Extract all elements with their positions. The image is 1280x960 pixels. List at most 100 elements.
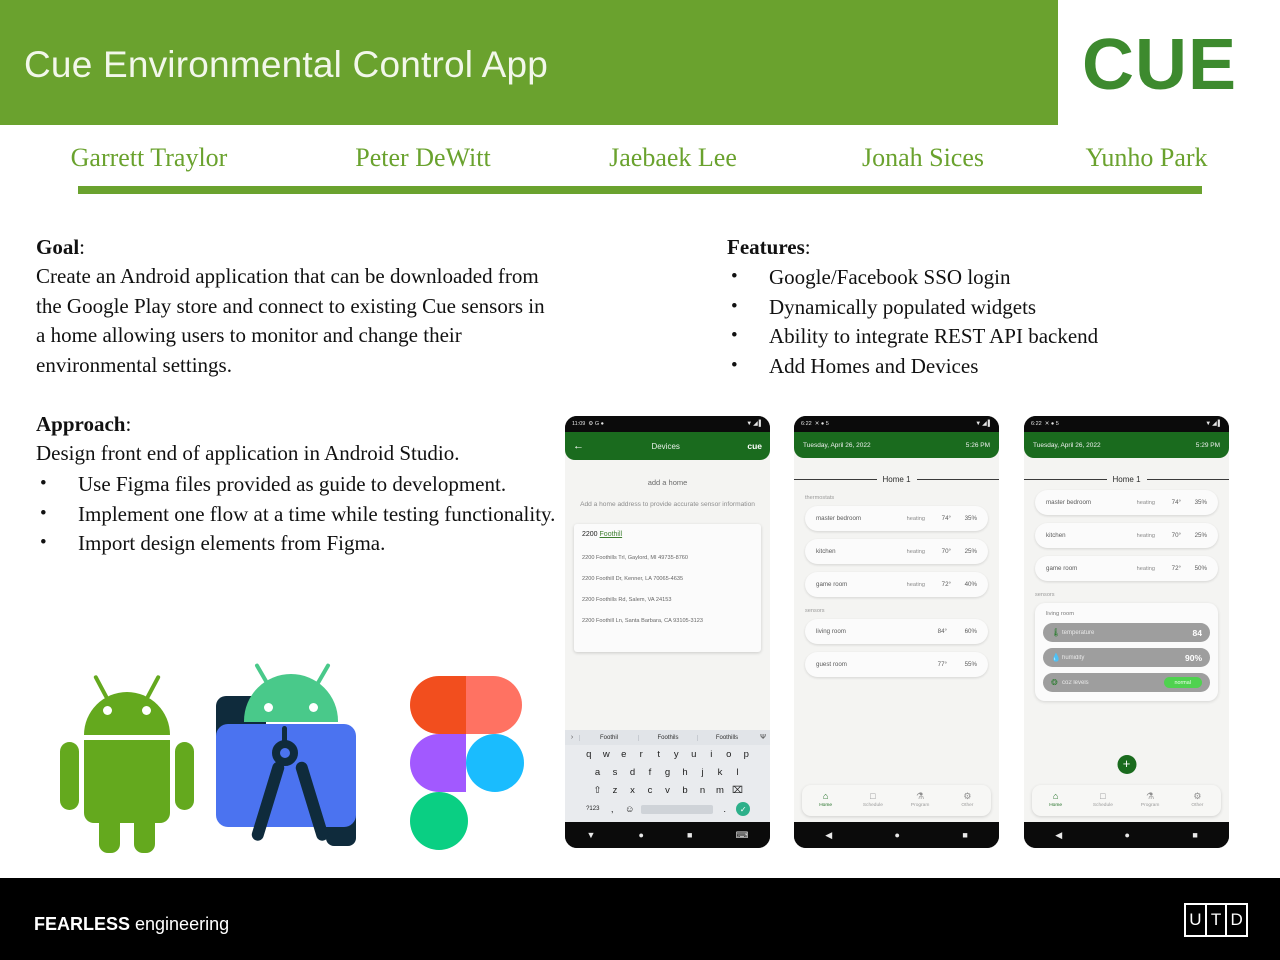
device-row-co2[interactable]: ❂ co2 levels normal — [1043, 673, 1210, 692]
key[interactable]: p — [740, 749, 752, 760]
key[interactable]: t — [653, 749, 665, 760]
device-row-temperature[interactable]: 🌡 temperature 84 — [1043, 623, 1210, 642]
recents-nav-icon[interactable]: ■ — [962, 830, 967, 840]
keyboard-suggestion[interactable]: Foothills — [697, 734, 756, 741]
backspace-key-icon[interactable]: ⌧ — [732, 785, 744, 796]
thermostat-row[interactable]: master bedroom heating 74° 35% — [805, 506, 988, 531]
emoji-key-icon[interactable]: ☺ — [624, 804, 636, 815]
spacebar-key[interactable] — [641, 804, 714, 814]
key[interactable]: w — [600, 749, 612, 760]
key[interactable]: o — [723, 749, 735, 760]
thermostat-row[interactable]: kitchen heating 70° 25% — [1035, 523, 1218, 548]
home-name: Home 1 — [1112, 475, 1141, 484]
key[interactable]: y — [670, 749, 682, 760]
nav-tab-home[interactable]: ⌂ Home — [802, 790, 849, 810]
key[interactable]: g — [662, 767, 674, 778]
thermostat-row[interactable]: game room heating 72° 40% — [805, 572, 988, 597]
thermostat-row[interactable]: master bedroom heating 74° 35% — [1035, 490, 1218, 515]
home-nav-icon[interactable]: ● — [1125, 830, 1130, 840]
nav-tab-program[interactable]: ⚗ Program — [897, 791, 944, 810]
nav-tab-program[interactable]: ⚗ Program — [1127, 791, 1174, 810]
back-arrow-icon[interactable]: ← — [573, 440, 584, 452]
key[interactable]: r — [635, 749, 647, 760]
chevron-right-icon[interactable]: › — [565, 734, 579, 741]
features-heading-colon: : — [804, 235, 811, 259]
address-search-input[interactable]: 2200 Foothill — [582, 531, 753, 538]
device-row-humidity[interactable]: 💧 humidity 90% — [1043, 648, 1210, 667]
figma-shape-top-right — [466, 676, 522, 734]
sensor-row[interactable]: living room 84° 60% — [805, 619, 988, 644]
recents-nav-icon[interactable]: ■ — [687, 830, 692, 840]
address-suggestion-item[interactable]: 2200 Foothill Ln, Santa Barbara, CA 9310… — [582, 610, 753, 631]
key[interactable]: u — [688, 749, 700, 760]
period-key[interactable]: . — [719, 804, 731, 815]
status-icons: ✕ ● 5 — [814, 421, 829, 427]
back-nav-icon[interactable]: ◀ — [1055, 830, 1062, 841]
address-suggestion-item[interactable]: 2200 Foothills Trl, Gaylord, MI 49735-87… — [582, 547, 753, 568]
shift-key-icon[interactable]: ⇧ — [592, 785, 604, 796]
divider-right — [1146, 479, 1229, 480]
nav-tab-other[interactable]: ⚙ Other — [1174, 791, 1221, 810]
address-suggestion-item[interactable]: 2200 Foothills Rd, Salem, VA 24153 — [582, 589, 753, 610]
key[interactable]: s — [609, 767, 621, 778]
page-title: Cue Environmental Control App — [24, 44, 549, 85]
microphone-icon[interactable]: Ψ — [756, 734, 770, 741]
key[interactable]: m — [714, 785, 726, 796]
key[interactable]: e — [618, 749, 630, 760]
key[interactable]: z — [609, 785, 621, 796]
keyboard-suggestion-strip: › Foothil Foothils Foothills Ψ — [565, 730, 770, 745]
enter-key-icon[interactable]: ✓ — [736, 802, 751, 816]
keyboard-suggestion[interactable]: Foothils — [638, 734, 697, 741]
key[interactable]: c — [644, 785, 656, 796]
date-bar: Tuesday, April 26, 2022 5:26 PM — [794, 432, 999, 458]
key[interactable]: a — [592, 767, 604, 778]
key[interactable]: n — [697, 785, 709, 796]
status-badge: normal — [1163, 677, 1202, 688]
nav-tab-home[interactable]: ⌂ Home — [1032, 791, 1079, 810]
on-screen-keyboard[interactable]: › Foothil Foothils Foothills Ψ q w e r t… — [565, 730, 770, 822]
add-device-fab[interactable]: + — [1117, 755, 1136, 774]
left-content-column: Goal: Create an Android application that… — [36, 232, 556, 559]
figma-shape-top-left — [410, 676, 466, 734]
recents-nav-icon[interactable]: ■ — [1192, 830, 1197, 840]
query-prefix: 2200 — [582, 531, 600, 538]
key[interactable]: v — [662, 785, 674, 796]
address-suggestion-panel: 2200 Foothill 2200 Foothills Trl, Gaylor… — [574, 524, 761, 652]
back-nav-icon[interactable]: ◀ — [825, 830, 832, 841]
key[interactable]: l — [732, 767, 744, 778]
numeric-key[interactable]: ?123 — [585, 806, 601, 812]
key[interactable]: h — [679, 767, 691, 778]
key[interactable]: b — [679, 785, 691, 796]
back-nav-icon[interactable]: ▼ — [587, 830, 596, 840]
fearless-engineering-logo: FEARLESS engineering — [34, 914, 229, 935]
goal-heading-colon: : — [79, 235, 86, 259]
comma-key[interactable]: , — [606, 804, 618, 815]
add-home-title: add a home — [647, 478, 688, 487]
key[interactable]: d — [627, 767, 639, 778]
utd-logo: U T D — [1184, 903, 1248, 937]
home-title-row: Home 1 — [794, 475, 999, 484]
key[interactable]: x — [627, 785, 639, 796]
sensor-row[interactable]: guest room 77° 55% — [805, 652, 988, 677]
home-nav-icon[interactable]: ● — [895, 830, 900, 840]
address-suggestion-item[interactable]: 2200 Foothill Dr, Kenner, LA 70065-4635 — [582, 568, 753, 589]
key[interactable]: f — [644, 767, 656, 778]
key[interactable]: i — [705, 749, 717, 760]
nav-label: Other — [961, 802, 974, 808]
key[interactable]: q — [583, 749, 595, 760]
keyboard-suggestion[interactable]: Foothil — [579, 734, 638, 741]
nav-tab-schedule[interactable]: □ Schedule — [1079, 791, 1126, 810]
device-name: humidity — [1062, 654, 1085, 661]
sensor-name: living room — [816, 628, 846, 635]
features-bullet: Add Homes and Devices — [727, 351, 1197, 382]
keyboard-nav-icon[interactable]: ⌨ — [735, 830, 748, 841]
home-nav-icon[interactable]: ● — [638, 830, 643, 840]
thermostat-row[interactable]: game room heating 72° 50% — [1035, 556, 1218, 581]
key[interactable]: j — [697, 767, 709, 778]
nav-tab-schedule[interactable]: □ Schedule — [849, 791, 896, 810]
nav-tab-other[interactable]: ⚙ Other — [944, 791, 991, 810]
thermostat-row[interactable]: kitchen heating 70° 25% — [805, 539, 988, 564]
device-card-title: living room — [1046, 611, 1075, 617]
home-icon: ⌂ — [822, 790, 829, 801]
key[interactable]: k — [714, 767, 726, 778]
